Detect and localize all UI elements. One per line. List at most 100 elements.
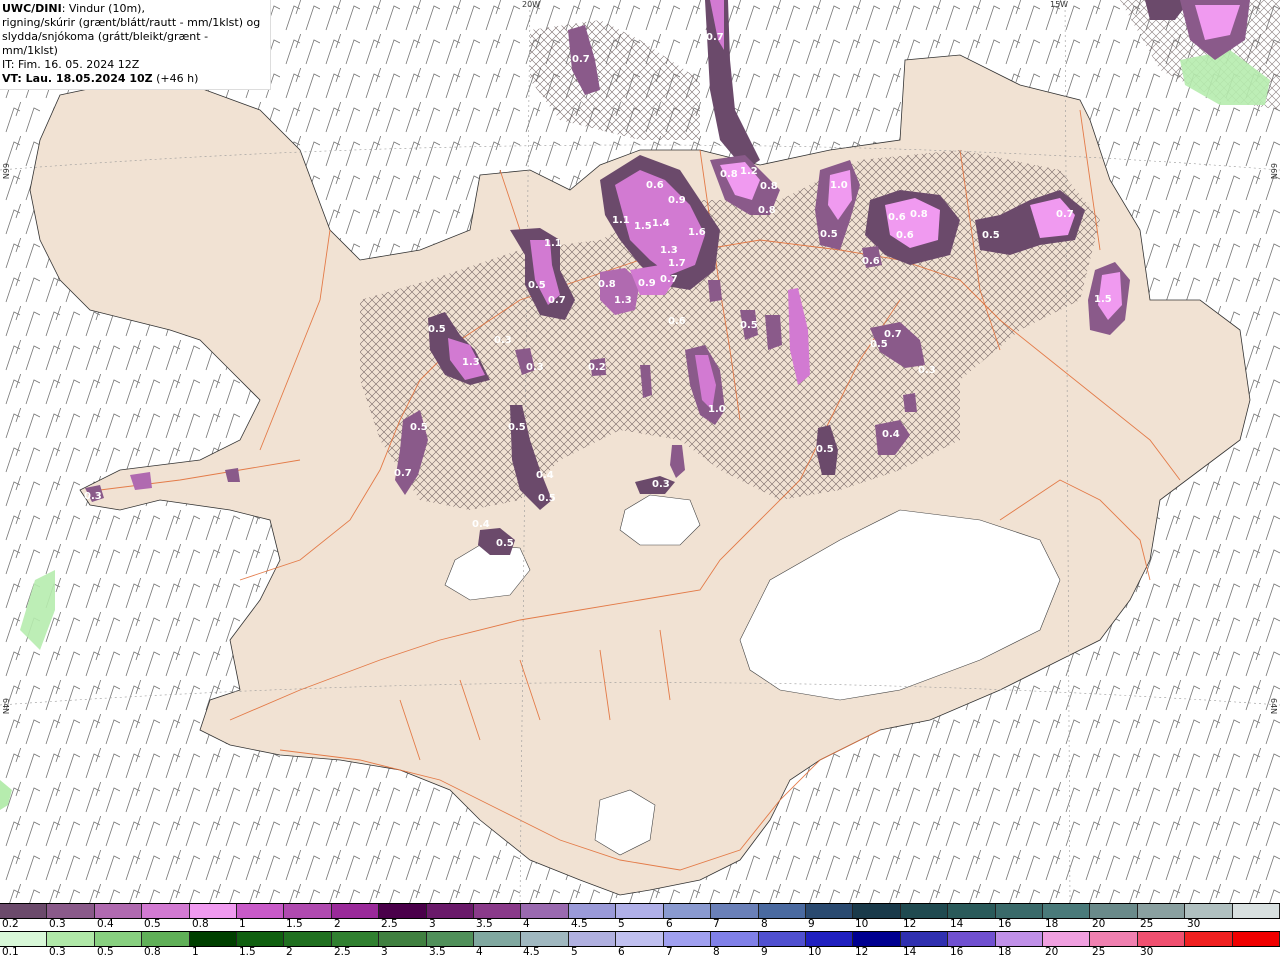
legend-swatch (94, 932, 143, 946)
legend-swatch (1042, 932, 1091, 946)
legend-label: 4.5 (523, 946, 540, 958)
precip-value: 0.7 (548, 295, 566, 306)
legend-swatch (711, 932, 759, 946)
legend-swatch (616, 932, 664, 946)
forecast-info-box: UWC/DINI: Vindur (10m), rigning/skúrir (… (0, 0, 271, 90)
precip-value: 0.8 (598, 279, 616, 290)
precip-value: 0.5 (870, 339, 888, 350)
legend-label: 8 (761, 918, 768, 930)
legend-swatch (1137, 932, 1186, 946)
legend-swatch (1090, 904, 1138, 918)
precip-value: 1.3 (660, 245, 678, 256)
legend-swatch (995, 904, 1043, 918)
precip-value: 0.5 (428, 324, 446, 335)
legend-label: 3 (429, 918, 436, 930)
precip-value: 1.5 (1094, 294, 1112, 305)
legend-label: 30 (1187, 918, 1201, 930)
precip-value: 1.7 (668, 258, 686, 269)
legend-label: 2 (286, 946, 293, 958)
legend-swatch (521, 932, 569, 946)
precip-value: 0.3 (526, 362, 544, 373)
legend-label: 0.8 (144, 946, 161, 958)
legend-swatch (47, 932, 95, 946)
legend-label: 14 (950, 918, 964, 930)
precip-value: 1.1 (544, 238, 562, 249)
precip-value: 0.3 (84, 491, 102, 502)
legend-label: 2.5 (334, 946, 351, 958)
legend-label: 0.3 (49, 946, 66, 958)
legend-label: 10 (808, 946, 822, 958)
legend-swatch (237, 904, 285, 918)
legend-swatch (853, 932, 901, 946)
precip-value: 0.6 (896, 230, 914, 241)
precip-value: 0.5 (816, 444, 834, 455)
precip-value: 0.8 (760, 181, 778, 192)
legend-swatch (568, 904, 617, 918)
precip-value: 1.2 (740, 166, 758, 177)
legend-swatch (758, 932, 806, 946)
legend-label: 16 (998, 918, 1012, 930)
forecast-map[interactable]: 0.7 0.7 0.6 0.9 1.1 1.5 1.4 1.6 1.3 1.7 … (0, 0, 1280, 903)
legend-label: 18 (1045, 918, 1059, 930)
legend-label: 0.1 (2, 946, 19, 958)
precip-value: 0.5 (528, 280, 546, 291)
precip-value: 1.3 (614, 295, 632, 306)
legend-label: 0.5 (97, 946, 114, 958)
legend-label: 8 (713, 946, 720, 958)
precip-value: 1.1 (612, 215, 630, 226)
legend-swatch (711, 904, 759, 918)
valid-time-line: VT: Lau. 18.05.2024 10Z (+46 h) (2, 72, 266, 86)
lat-label-66n-left: 66N (1, 163, 10, 180)
legend-swatch (568, 932, 617, 946)
precip-value: 0.7 (660, 274, 678, 285)
legend-label: 6 (618, 946, 625, 958)
info-line2: rigning/skúrir (grænt/blátt/rautt - mm/1… (2, 16, 261, 29)
model-name: UWC/DINI (2, 2, 62, 15)
legend-label: 3.5 (429, 946, 446, 958)
legend-label: 1.5 (286, 918, 303, 930)
legend-swatch (663, 932, 712, 946)
legend-label: 5 (618, 918, 625, 930)
legend-label: 2 (334, 918, 341, 930)
legend-swatch (1232, 932, 1280, 946)
legend-label: 4 (476, 946, 483, 958)
precip-value: 0.2 (588, 362, 606, 373)
precip-value: 0.5 (982, 230, 1000, 241)
precip-value: 0.8 (758, 205, 776, 216)
lat-label-66n-right: 66N (1269, 163, 1278, 180)
precip-value: 0.7 (572, 54, 590, 65)
legend-swatch (426, 904, 475, 918)
legend-swatch (1185, 932, 1233, 946)
legend-swatch (521, 904, 569, 918)
precip-value: 0.4 (882, 429, 900, 440)
legend-swatch (142, 904, 190, 918)
precip-value: 1.6 (688, 227, 706, 238)
legend-swatch (331, 932, 380, 946)
precip-value: 0.9 (668, 195, 686, 206)
precip-value: 1.4 (652, 218, 670, 229)
legend-label: 9 (761, 946, 768, 958)
precip-value: 0.5 (538, 493, 556, 504)
info-line3: slydda/snjókoma (grátt/bleikt/grænt - mm… (2, 30, 209, 57)
legend-swatch (900, 904, 949, 918)
legend-swatch (426, 932, 475, 946)
legend-swatch (900, 932, 949, 946)
precip-value: 0.6 (862, 256, 880, 267)
legend-swatch (948, 932, 996, 946)
legend-swatch (1042, 904, 1091, 918)
legend-swatch (284, 932, 332, 946)
precip-value: 0.3 (918, 365, 936, 376)
precip-value: 0.7 (706, 32, 724, 43)
legend-label: 1.5 (239, 946, 256, 958)
legend-swatch (142, 932, 190, 946)
legend-label: 20 (1045, 946, 1059, 958)
legend-swatch (1185, 904, 1233, 918)
legend-label: 30 (1140, 946, 1154, 958)
legend-swatch (0, 904, 48, 918)
lon-label-15w: 15W (1050, 0, 1069, 9)
legend-swatch (663, 904, 712, 918)
precip-value: 1.3 (462, 357, 480, 368)
precip-value: 0.6 (668, 316, 686, 327)
legend-label: 16 (950, 946, 964, 958)
legend-label: 3 (381, 946, 388, 958)
